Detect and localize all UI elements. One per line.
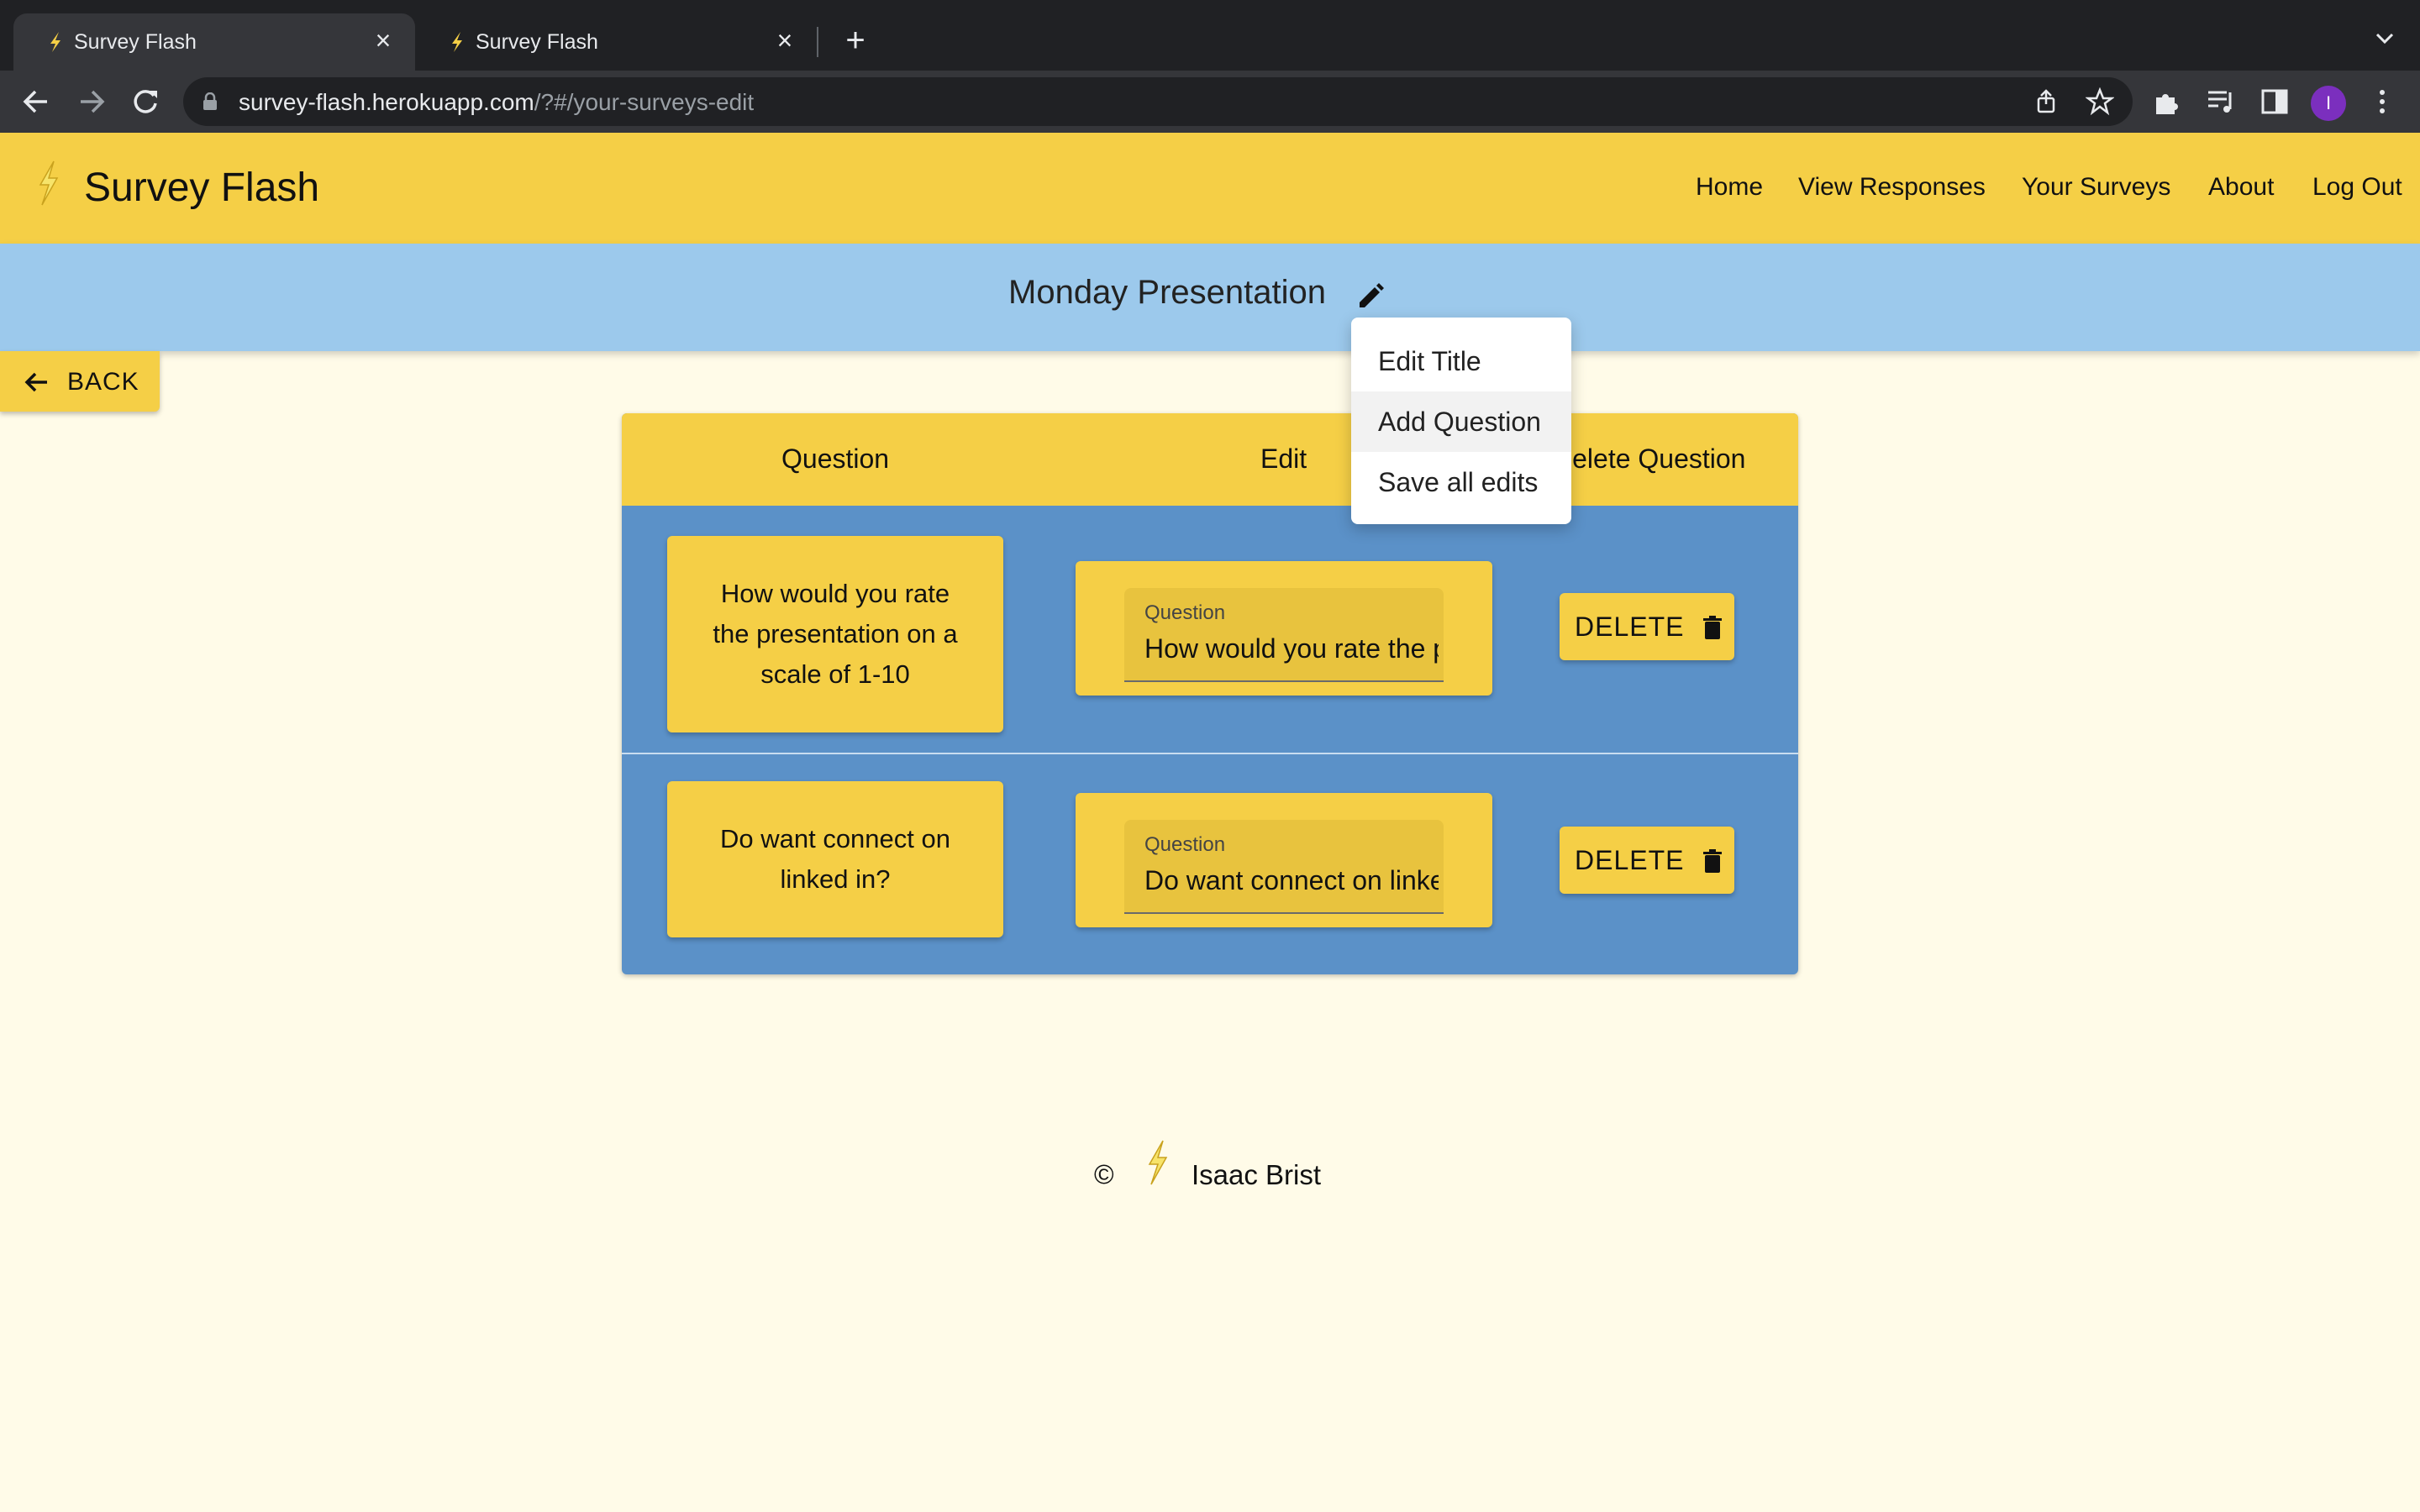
question-input[interactable] bbox=[1144, 862, 1439, 899]
reload-icon[interactable] bbox=[128, 84, 163, 119]
menu-item-save-all-edits[interactable]: Save all edits bbox=[1351, 452, 1571, 512]
menu-item-label: Edit Title bbox=[1378, 346, 1481, 376]
profile-avatar[interactable]: I bbox=[2311, 86, 2346, 121]
question-card: Do want connect on linked in? bbox=[667, 781, 1003, 937]
question-line: Do want connect on bbox=[719, 824, 950, 853]
nav-view-responses[interactable]: View Responses bbox=[1798, 173, 1986, 202]
browser-tab-bar: Survey Flash × Survey Flash × + bbox=[0, 0, 2420, 71]
survey-title-bar: Monday Presentation bbox=[0, 244, 2420, 351]
browser-toolbar: survey-flash.herokuapp.com/?#/your-surve… bbox=[0, 71, 2420, 133]
table-header: Question Edit Delete Question bbox=[622, 413, 1798, 506]
table-row: How would you rate the presentation on a… bbox=[622, 506, 1798, 753]
side-panel-icon[interactable] bbox=[2259, 86, 2291, 118]
more-vertical-icon[interactable] bbox=[2366, 86, 2398, 118]
questions-table: Question Edit Delete Question How would … bbox=[622, 413, 1798, 974]
close-tab-icon[interactable]: × bbox=[368, 25, 398, 55]
share-icon[interactable] bbox=[2032, 87, 2060, 116]
url-path: /?#/your-surveys-edit bbox=[534, 89, 755, 115]
lightning-footer-icon bbox=[1148, 1140, 1168, 1185]
arrow-left-icon bbox=[24, 372, 47, 392]
trash-icon bbox=[1703, 616, 1722, 639]
question-text-field[interactable]: Question bbox=[1124, 588, 1444, 682]
tab-separator bbox=[817, 27, 818, 57]
footer-author: Isaac Brist bbox=[1192, 1159, 1322, 1190]
column-header-delete: Delete Question bbox=[1553, 444, 1746, 474]
edit-card: Question bbox=[1076, 561, 1492, 696]
media-queue-icon[interactable] bbox=[2205, 86, 2237, 118]
survey-title: Monday Presentation bbox=[1008, 274, 1327, 311]
question-line: scale of 1-10 bbox=[760, 659, 910, 689]
question-text: Do want connect on linked in? bbox=[720, 819, 950, 900]
url-host: survey-flash.herokuapp.com bbox=[239, 89, 534, 115]
nav-your-surveys[interactable]: Your Surveys bbox=[2022, 173, 2170, 202]
nav-home[interactable]: Home bbox=[1696, 173, 1763, 202]
menu-item-label: Add Question bbox=[1378, 407, 1541, 437]
url-text: survey-flash.herokuapp.com/?#/your-surve… bbox=[239, 89, 754, 116]
lightning-favicon-icon bbox=[452, 32, 462, 52]
browser-tab[interactable]: Survey Flash × bbox=[415, 13, 817, 71]
lock-icon bbox=[203, 92, 217, 110]
back-arrow-icon[interactable] bbox=[18, 84, 54, 119]
back-button-label: BACK bbox=[67, 368, 139, 396]
question-card: How would you rate the presentation on a… bbox=[667, 536, 1003, 732]
close-tab-icon[interactable]: × bbox=[770, 25, 800, 55]
lightning-logo-icon bbox=[39, 160, 59, 206]
trash-icon bbox=[1703, 849, 1722, 873]
menu-item-add-question[interactable]: Add Question bbox=[1351, 391, 1571, 452]
table-row: Do want connect on linked in? Question D… bbox=[622, 754, 1798, 969]
column-header-question: Question bbox=[781, 444, 890, 474]
lightning-favicon-icon bbox=[50, 32, 60, 52]
forward-arrow-icon[interactable] bbox=[74, 84, 109, 119]
app-title: Survey Flash bbox=[84, 165, 320, 210]
tab-search-chevron-icon[interactable] bbox=[2370, 24, 2400, 54]
survey-options-menu: Edit Title Add Question Save all edits bbox=[1351, 318, 1571, 524]
menu-item-label: Save all edits bbox=[1378, 467, 1539, 497]
question-line: linked in? bbox=[780, 864, 891, 894]
delete-button-label: DELETE bbox=[1575, 612, 1685, 642]
extensions-puzzle-icon[interactable] bbox=[2151, 86, 2183, 118]
field-label: Question bbox=[1144, 833, 1226, 856]
question-line: How would you rate bbox=[720, 579, 950, 608]
tab-title: Survey Flash bbox=[74, 30, 197, 54]
question-input[interactable] bbox=[1144, 630, 1439, 667]
delete-question-button[interactable]: DELETE bbox=[1560, 827, 1734, 894]
copyright-symbol: © bbox=[1094, 1159, 1114, 1189]
pencil-edit-icon[interactable] bbox=[1355, 279, 1388, 312]
nav-log-out[interactable]: Log Out bbox=[2312, 173, 2402, 202]
menu-item-edit-title[interactable]: Edit Title bbox=[1351, 331, 1571, 391]
nav-about[interactable]: About bbox=[2208, 173, 2274, 202]
app-header: Survey Flash Home View Responses Your Su… bbox=[0, 133, 2420, 244]
delete-question-button[interactable]: DELETE bbox=[1560, 593, 1734, 660]
question-text-field[interactable]: Question bbox=[1124, 820, 1444, 914]
back-button[interactable]: BACK bbox=[0, 351, 160, 412]
edit-card: Question bbox=[1076, 793, 1492, 927]
bookmark-star-icon[interactable] bbox=[2086, 87, 2114, 116]
question-text: How would you rate the presentation on a… bbox=[713, 574, 957, 695]
question-line: the presentation on a bbox=[713, 619, 958, 648]
tab-title: Survey Flash bbox=[476, 30, 598, 54]
column-header-edit: Edit bbox=[1260, 444, 1307, 474]
address-bar[interactable]: survey-flash.herokuapp.com/?#/your-surve… bbox=[183, 77, 2133, 126]
delete-button-label: DELETE bbox=[1575, 845, 1685, 875]
browser-tab-active[interactable]: Survey Flash × bbox=[13, 13, 415, 71]
field-label: Question bbox=[1144, 601, 1226, 624]
new-tab-icon[interactable]: + bbox=[839, 24, 872, 57]
